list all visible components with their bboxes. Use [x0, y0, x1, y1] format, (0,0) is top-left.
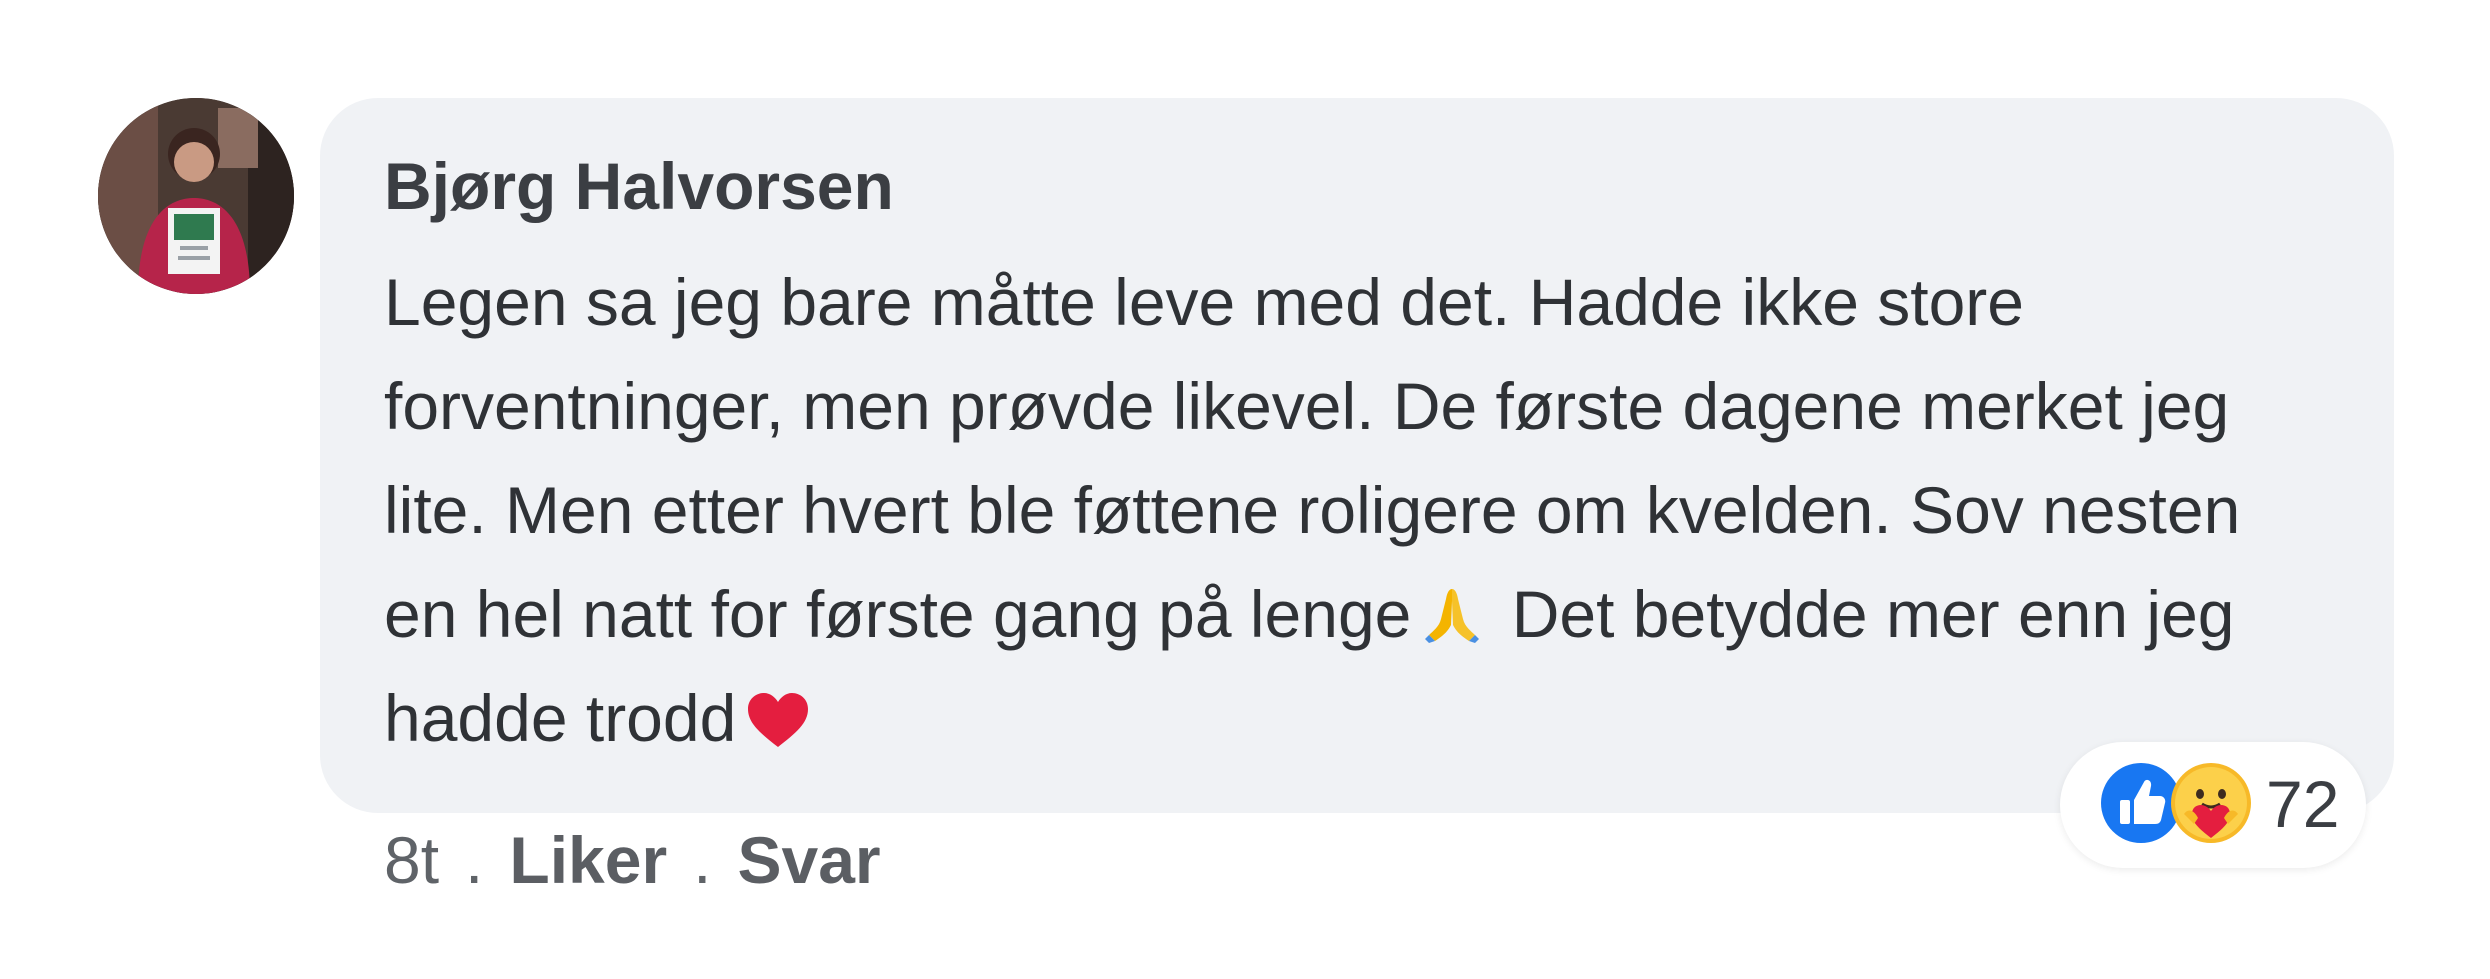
comment-text-line-4-part-2: Det betydde mer enn jeg [1511, 577, 2235, 651]
comment-author-name[interactable]: Bjørg Halvorsen [384, 146, 894, 226]
avatar-image [98, 98, 294, 294]
reaction-count: 72 [2266, 767, 2340, 841]
like-button[interactable]: Liker [509, 823, 667, 897]
comment-text-line-2: forventninger, men prøvde likevel. De fø… [384, 369, 2230, 443]
comment-text-line-4-part-1: en hel natt for første gang på lenge [384, 577, 1412, 651]
red-heart-icon [746, 686, 810, 766]
comment-timestamp[interactable]: 8t [384, 823, 439, 897]
comment-text-line-1: Legen sa jeg bare måtte leve med det. Ha… [384, 265, 2024, 339]
comment-text-line-4: en hel natt for første gang på lenge Det… [384, 574, 2234, 662]
comment-text-line-5: hadde trodd [384, 678, 810, 766]
care-reaction-icon [2168, 760, 2254, 851]
reply-button[interactable]: Svar [737, 823, 880, 897]
comment-text-line-3: lite. Men etter hvert ble føttene rolige… [384, 473, 2241, 547]
meta-separator: . [693, 823, 712, 897]
meta-separator: . [465, 823, 484, 897]
reactions-summary[interactable]: 72 [2060, 742, 2366, 868]
folded-hands-icon [1421, 582, 1483, 662]
comment-meta-row: 8t. Liker. Svar [384, 820, 881, 900]
comment-text-line-5-text: hadde trodd [384, 681, 737, 755]
author-avatar[interactable] [98, 98, 294, 294]
